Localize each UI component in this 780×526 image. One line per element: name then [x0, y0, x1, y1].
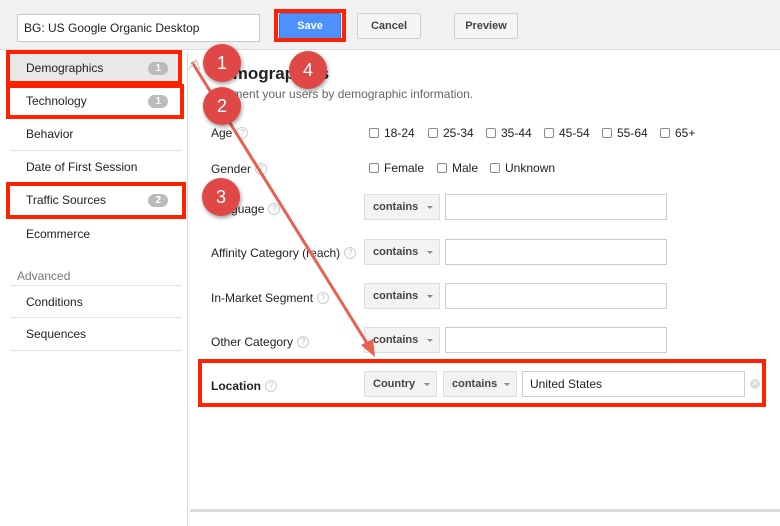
step-marker-1: 1 [203, 44, 241, 82]
highlight-save [274, 9, 346, 42]
step-marker-4: 4 [289, 51, 327, 89]
highlight-technology [6, 84, 184, 119]
highlight-demographics [6, 50, 182, 85]
highlight-traffic-sources [6, 182, 186, 219]
step-marker-3: 3 [202, 178, 240, 216]
highlight-location [198, 359, 766, 407]
step-marker-2: 2 [203, 87, 241, 125]
